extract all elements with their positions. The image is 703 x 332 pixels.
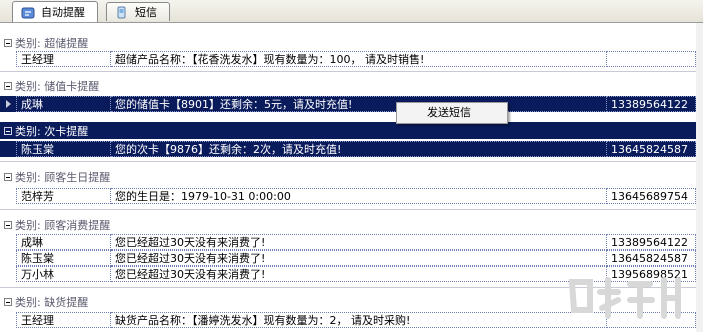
group-label: 类别: 顾客消费提醒 [15,218,111,232]
divider [0,161,703,162]
message-cell[interactable]: 您的生日是：1979-10-31 0:00:00 [111,188,607,204]
group-header[interactable]: 类别: 储值卡提醒 [0,77,703,94]
group-header[interactable]: 类别: 顾客生日提醒 [0,168,703,185]
phone-cell[interactable]: 13389564122 [607,234,696,250]
phone-cell[interactable]: 13389564122 [607,96,696,112]
message-cell[interactable]: 缺货产品名称：【潘婷洗发水】现有数量为：2， 请及时采购! [111,312,607,328]
name-cell[interactable]: 王经理 [16,312,111,328]
message-cell[interactable]: 您已经超过30天没有来消费了! [111,234,607,250]
phone-cell[interactable]: 13645824587 [607,141,696,157]
group-label: 类别: 储值卡提醒 [15,79,100,93]
divider [0,209,703,210]
row-indicator[interactable] [0,266,16,282]
group-header[interactable]: 类别: 次卡提醒 [0,122,703,139]
row-indicator[interactable] [0,96,16,112]
name-cell[interactable]: 王经理 [16,51,111,67]
table-row[interactable]: 陈玉棠 您已经超过30天没有来消费了! 13645824587 [0,250,703,266]
divider [0,71,703,72]
row-indicator[interactable] [0,141,16,157]
row-indicator[interactable] [0,51,16,67]
table-row[interactable]: 成琳 您已经超过30天没有来消费了! 13389564122 [0,234,703,250]
row-indicator[interactable] [0,312,16,328]
group-label: 类别: 缺货提醒 [15,295,89,309]
phone-cell[interactable]: 13956898521 [607,266,696,282]
name-cell[interactable]: 陈玉棠 [16,141,111,157]
vertical-scrollbar[interactable] [696,23,703,332]
clock-icon [21,6,35,19]
table-row[interactable]: 范梓芳 您的生日是：1979-10-31 0:00:00 13645689754 [0,188,703,204]
row-indicator[interactable] [0,250,16,266]
phone-cell[interactable] [607,312,696,328]
name-cell[interactable]: 陈玉棠 [16,250,111,266]
collapse-icon[interactable] [4,126,12,135]
current-row-arrow-icon [6,100,11,108]
message-cell[interactable]: 超储产品名称：【花香洗发水】现有数量为：100， 请及时销售! [111,51,607,67]
tab-sms[interactable]: 短信 [106,2,170,21]
divider [0,287,703,288]
message-cell[interactable]: 您已经超过30天没有来消费了! [111,250,607,266]
group-label: 类别: 次卡提醒 [15,124,89,138]
send-sms-menu-item[interactable]: 发送短信 [401,105,503,121]
context-menu: 发送短信 [396,102,508,124]
group-header[interactable]: 类别: 缺货提醒 [0,293,703,310]
collapse-icon[interactable] [4,220,12,229]
phone-cell[interactable]: 13645689754 [607,188,696,204]
table-row[interactable]: 成琳 您的储值卡【8901】还剩余：5元，请及时充值! 13389564122 [0,96,703,112]
name-cell[interactable]: 范梓芳 [16,188,111,204]
collapse-icon[interactable] [4,172,12,181]
group-header[interactable]: 类别: 顾客消费提醒 [0,216,703,233]
row-indicator[interactable] [0,234,16,250]
message-cell[interactable]: 您已经超过30天没有来消费了! [111,266,607,282]
table-row[interactable]: 陈玉棠 您的次卡【9876】还剩余：2次，请及时充值! 13645824587 [0,141,703,157]
name-cell[interactable]: 万小林 [16,266,111,282]
tab-auto-remind[interactable]: 自动提醒 [12,1,98,22]
message-cell[interactable]: 您的次卡【9876】还剩余：2次，请及时充值! [111,141,607,157]
table-row[interactable]: 王经理 缺货产品名称：【潘婷洗发水】现有数量为：2， 请及时采购! [0,312,703,328]
tab-label: 短信 [135,6,157,19]
group-header[interactable]: 类别: 超储提醒 [0,34,703,51]
row-indicator[interactable] [0,188,16,204]
table-row[interactable]: 王经理 超储产品名称：【花香洗发水】现有数量为：100， 请及时销售! [0,51,703,67]
name-cell[interactable]: 成琳 [16,234,111,250]
tab-label: 自动提醒 [41,6,85,19]
table-row[interactable]: 万小林 您已经超过30天没有来消费了! 13956898521 [0,266,703,282]
reminder-grid: 类别: 超储提醒 王经理 超储产品名称：【花香洗发水】现有数量为：100， 请及… [0,23,703,332]
phone-cell[interactable] [607,51,696,67]
group-label: 类别: 超储提醒 [15,36,89,50]
message-cell[interactable]: 您的储值卡【8901】还剩余：5元，请及时充值! [111,96,607,112]
phone-cell[interactable]: 13645824587 [607,250,696,266]
tab-bar: 自动提醒 短信 [0,0,703,23]
collapse-icon[interactable] [4,81,12,90]
collapse-icon[interactable] [4,38,12,47]
name-cell[interactable]: 成琳 [16,96,111,112]
group-label: 类别: 顾客生日提醒 [15,170,111,184]
collapse-icon[interactable] [4,297,12,306]
sms-icon [115,6,129,19]
